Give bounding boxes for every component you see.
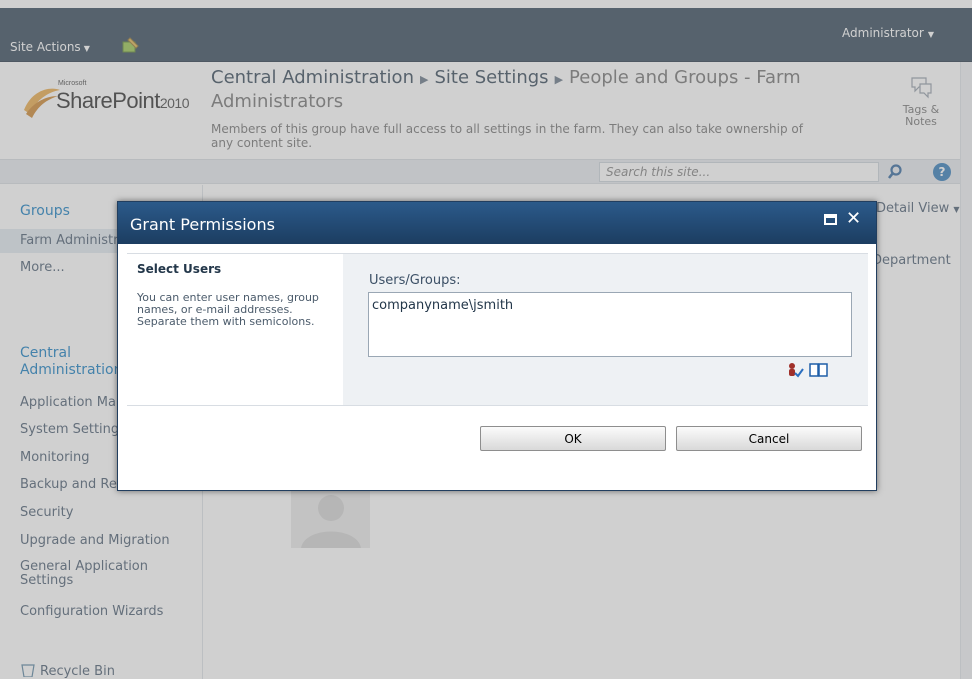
dialog-body: Select Users You can enter user names, g… — [127, 253, 868, 406]
check-names-icon[interactable] — [786, 362, 804, 378]
users-groups-input[interactable]: companyname\jsmith — [368, 292, 852, 357]
users-groups-label: Users/Groups: — [369, 273, 461, 288]
address-book-icon[interactable] — [809, 362, 829, 378]
dialog-section-info: Select Users You can enter user names, g… — [127, 254, 343, 405]
section-heading: Select Users — [137, 262, 222, 276]
dialog-title-bar: Grant Permissions ✕ — [118, 202, 876, 244]
ok-button[interactable]: OK — [480, 426, 666, 451]
cancel-button[interactable]: Cancel — [676, 426, 862, 451]
dialog-section-input: Users/Groups: companyname\jsmith — [343, 254, 868, 405]
close-icon[interactable]: ✕ — [846, 208, 861, 229]
dialog-title: Grant Permissions — [130, 215, 275, 234]
maximize-icon[interactable] — [824, 214, 837, 225]
section-description: You can enter user names, group names, o… — [137, 291, 319, 328]
grant-permissions-dialog: Grant Permissions ✕ Select Users You can… — [117, 201, 877, 491]
